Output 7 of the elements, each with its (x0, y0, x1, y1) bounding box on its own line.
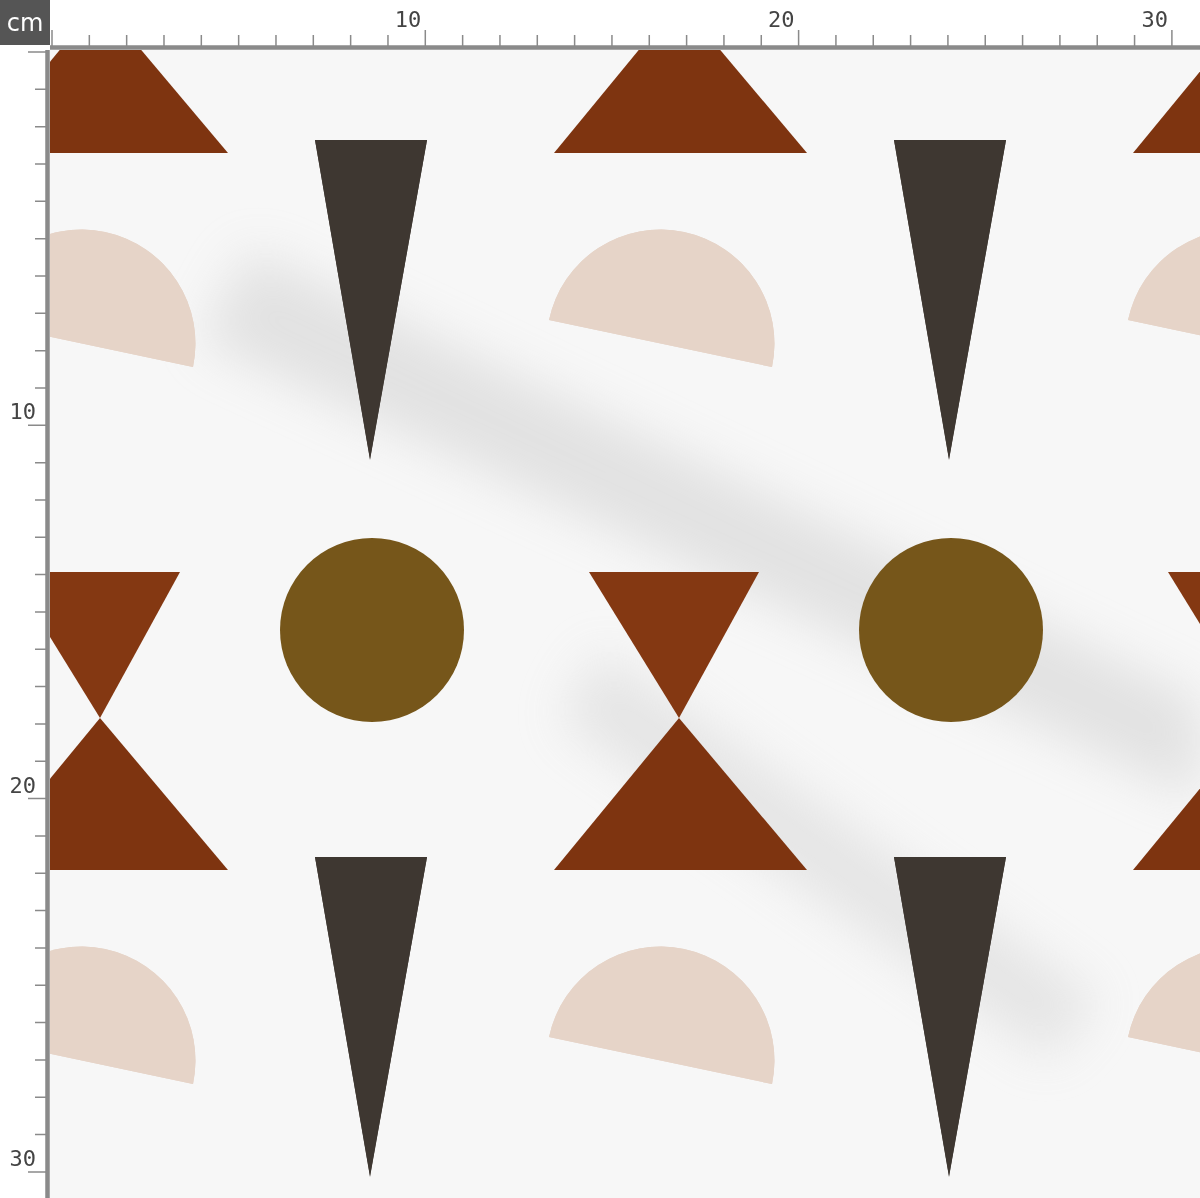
ruler-label: 20 (768, 7, 795, 32)
ruler-label: 30 (1141, 7, 1168, 32)
unit-label: cm (0, 0, 50, 45)
ruler-label: 20 (9, 772, 36, 798)
ruler-label: 30 (9, 1145, 36, 1171)
ruler-label: 10 (9, 399, 36, 425)
ruler-label: 10 (394, 7, 422, 32)
